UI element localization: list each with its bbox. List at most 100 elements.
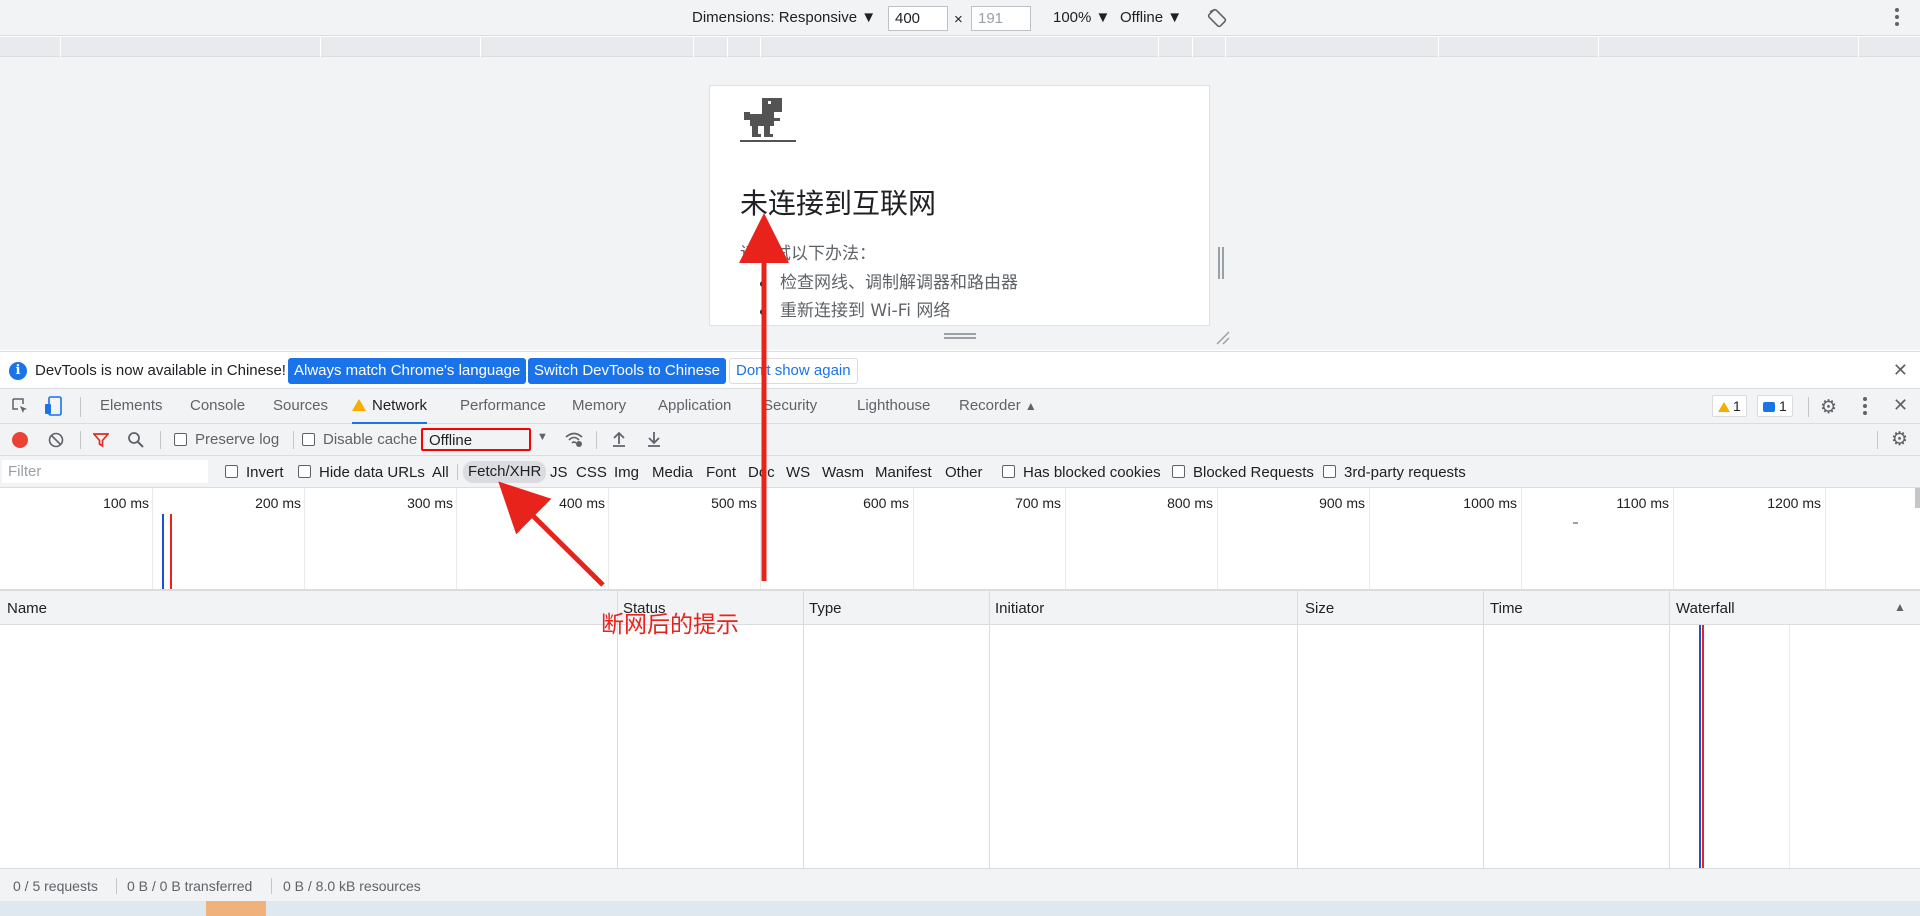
dimensions-dropdown[interactable]: Dimensions: Responsive ▼ <box>692 7 876 29</box>
tab-lighthouse[interactable]: Lighthouse <box>857 389 930 424</box>
type-media[interactable]: Media <box>652 464 693 481</box>
type-wasm[interactable]: Wasm <box>822 464 864 481</box>
messages-badge[interactable]: 1 <box>1757 395 1793 417</box>
chevron-down-icon[interactable]: ▼ <box>537 431 548 443</box>
col-type[interactable]: Type <box>809 600 842 617</box>
filter-bar: Filter Invert Hide data URLs All Fetch/X… <box>0 456 1920 488</box>
close-devtools-icon[interactable]: ✕ <box>1893 395 1908 416</box>
type-other[interactable]: Other <box>945 464 983 481</box>
dino-icon <box>740 92 796 148</box>
os-taskbar <box>0 901 1920 916</box>
overview-bar <box>1573 522 1578 524</box>
right-resize-handle[interactable] <box>1218 247 1224 279</box>
type-all[interactable]: All <box>432 464 449 481</box>
tick-label: 800 ms <box>1167 495 1213 511</box>
invert-label: Invert <box>246 464 284 481</box>
tick-label: 300 ms <box>407 495 453 511</box>
settings-gear-icon[interactable]: ⚙ <box>1820 396 1837 419</box>
type-js[interactable]: JS <box>550 464 568 481</box>
network-settings-icon[interactable]: ⚙ <box>1891 428 1908 451</box>
col-waterfall[interactable]: Waterfall <box>1676 600 1735 617</box>
devtools-tabbar: Elements Console Sources Network Perform… <box>0 389 1920 424</box>
more-options-icon[interactable] <box>1863 397 1867 418</box>
network-toolbar: Preserve log Disable cache Offline ▼ ⚙ <box>0 424 1920 456</box>
resources-size: 0 B / 8.0 kB resources <box>283 878 421 894</box>
filter-funnel-icon[interactable] <box>92 432 110 448</box>
dont-show-again-button[interactable]: Don't show again <box>729 358 858 384</box>
preserve-log-checkbox[interactable] <box>174 433 187 446</box>
close-icon[interactable]: ✕ <box>1893 360 1908 381</box>
col-name[interactable]: Name <box>7 600 47 617</box>
warnings-badge[interactable]: 1 <box>1712 395 1747 417</box>
col-initiator[interactable]: Initiator <box>995 600 1044 617</box>
offline-title: 未连接到互联网 <box>740 187 937 220</box>
blocked-requests-label: Blocked Requests <box>1193 464 1314 481</box>
blocked-cookies-checkbox[interactable] <box>1002 465 1015 478</box>
suggestion-item: 检查网线、调制解调器和路由器 <box>760 269 1018 297</box>
rotate-icon[interactable] <box>1207 8 1227 28</box>
device-more-icon[interactable] <box>1895 8 1899 29</box>
type-font[interactable]: Font <box>706 464 736 481</box>
overview-scroll-handle[interactable] <box>1915 488 1920 508</box>
clear-icon[interactable] <box>48 432 64 448</box>
hide-data-urls-label: Hide data URLs <box>319 464 425 481</box>
info-icon: i <box>9 362 27 380</box>
tab-security[interactable]: Security <box>763 389 817 424</box>
record-icon[interactable] <box>12 432 28 448</box>
tick-label: 400 ms <box>559 495 605 511</box>
col-size[interactable]: Size <box>1305 600 1334 617</box>
third-party-checkbox[interactable] <box>1323 465 1336 478</box>
network-summary-bar: 0 / 5 requests 0 B / 0 B transferred 0 B… <box>0 868 1920 901</box>
tab-sources[interactable]: Sources <box>273 389 328 424</box>
device-toolbar-icon[interactable] <box>44 396 62 416</box>
tab-network[interactable]: Network <box>352 389 428 424</box>
times-sign: × <box>954 11 963 28</box>
invert-checkbox[interactable] <box>225 465 238 478</box>
offline-hint: 请尝试以下办法： <box>740 244 876 264</box>
export-har-icon[interactable] <box>646 430 662 448</box>
media-query-ruler <box>0 37 1920 57</box>
language-infobar: i DevTools is now available in Chinese! … <box>0 351 1920 389</box>
sort-arrow-icon[interactable]: ▲ <box>1894 600 1906 614</box>
warning-icon <box>352 399 366 411</box>
requests-table: Name Status Type Initiator Size Time Wat… <box>0 590 1920 868</box>
tab-elements[interactable]: Elements <box>100 389 163 424</box>
type-ws[interactable]: WS <box>786 464 810 481</box>
device-throttle-dropdown[interactable]: Offline ▼ <box>1120 7 1182 29</box>
waterfall-load-line <box>1702 625 1704 868</box>
bottom-resize-handle[interactable] <box>944 333 976 339</box>
tab-performance[interactable]: Performance <box>460 389 546 424</box>
disable-cache-checkbox[interactable] <box>302 433 315 446</box>
zoom-dropdown[interactable]: 100% ▼ <box>1053 7 1110 29</box>
tick-label: 1100 ms <box>1616 495 1669 511</box>
tab-memory[interactable]: Memory <box>572 389 626 424</box>
hide-data-urls-checkbox[interactable] <box>298 465 311 478</box>
tab-application[interactable]: Application <box>658 389 731 424</box>
device-toolbar: Dimensions: Responsive ▼ 400 × 191 100% … <box>0 0 1920 36</box>
tick-label: 1000 ms <box>1463 495 1517 511</box>
filter-input[interactable]: Filter <box>2 460 208 483</box>
inspect-element-icon[interactable] <box>11 397 29 415</box>
type-doc[interactable]: Doc <box>748 464 775 481</box>
type-img[interactable]: Img <box>614 464 639 481</box>
throttling-select[interactable]: Offline <box>421 428 531 451</box>
timeline-overview[interactable]: 100 ms 200 ms 300 ms 400 ms 500 ms 600 m… <box>0 488 1920 590</box>
corner-resize-handle[interactable] <box>1214 329 1230 345</box>
switch-chinese-button[interactable]: Switch DevTools to Chinese <box>528 358 726 384</box>
tab-console[interactable]: Console <box>190 389 245 424</box>
search-icon[interactable] <box>127 431 145 449</box>
tab-recorder[interactable]: Recorder ▲ <box>959 389 1037 424</box>
type-fetch-xhr[interactable]: Fetch/XHR <box>463 461 547 483</box>
type-css[interactable]: CSS <box>576 464 607 481</box>
width-input[interactable]: 400 <box>888 6 948 31</box>
height-input[interactable]: 191 <box>971 6 1031 31</box>
import-har-icon[interactable] <box>611 430 627 448</box>
blocked-requests-checkbox[interactable] <box>1172 465 1185 478</box>
col-time[interactable]: Time <box>1490 600 1523 617</box>
match-language-button[interactable]: Always match Chrome's language <box>288 358 527 384</box>
network-conditions-icon[interactable] <box>564 431 584 449</box>
load-event-line <box>170 514 172 589</box>
tick-label: 500 ms <box>711 495 757 511</box>
type-manifest[interactable]: Manifest <box>875 464 932 481</box>
message-icon <box>1763 402 1775 412</box>
